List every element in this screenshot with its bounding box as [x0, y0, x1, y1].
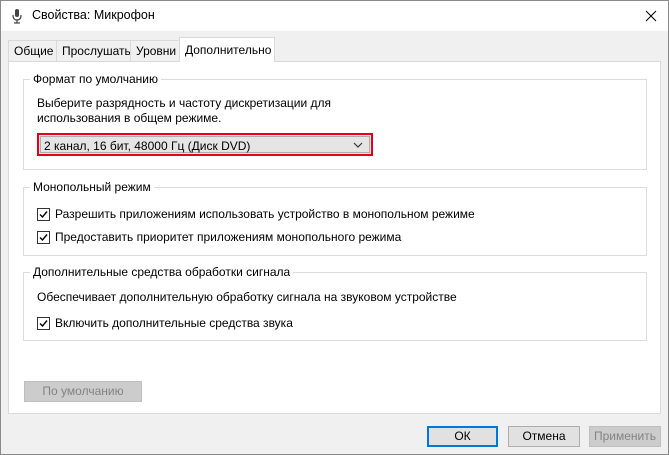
properties-window: Свойства: Микрофон Общие Прослушать Уров… [0, 0, 669, 455]
default-format-description-line1: Выберите разрядность и частоту дискретиз… [37, 96, 332, 110]
checkmark-icon [39, 233, 48, 241]
tab-general[interactable]: Общие [8, 40, 57, 61]
tab-listen[interactable]: Прослушать [56, 40, 131, 61]
default-format-select-box: 2 канал, 16 бит, 48000 Гц (Диск DVD) [40, 136, 370, 153]
tab-levels[interactable]: Уровни [130, 40, 180, 61]
signal-enhancements-description: Обеспечивает дополнительную обработку си… [37, 290, 457, 304]
tab-advanced[interactable]: Дополнительно [179, 37, 275, 62]
ok-button[interactable]: ОК [427, 426, 498, 447]
default-format-legend: Формат по умолчанию [30, 72, 161, 86]
enable-enhancements-row[interactable]: Включить дополнительные средства звука [37, 316, 293, 330]
default-format-group: Формат по умолчанию Выберите разрядность… [23, 72, 647, 170]
exclusive-mode-legend: Монопольный режим [30, 180, 154, 194]
exclusive-mode-allow-label: Разрешить приложениям использовать устро… [55, 207, 475, 221]
cancel-button[interactable]: Отмена [508, 426, 580, 447]
default-format-select[interactable]: 2 канал, 16 бит, 48000 Гц (Диск DVD) [37, 133, 373, 156]
window-title: Свойства: Микрофон [32, 8, 155, 22]
exclusive-mode-allow-checkbox[interactable] [37, 207, 50, 221]
checkmark-icon [39, 319, 48, 327]
title-bar[interactable]: Свойства: Микрофон [1, 1, 668, 31]
exclusive-mode-priority-row[interactable]: Предоставить приоритет приложениям моноп… [37, 230, 401, 244]
default-format-description-line2: использования в общем режиме. [37, 111, 222, 125]
apply-button[interactable]: Применить [589, 426, 661, 447]
restore-defaults-button[interactable]: По умолчанию [24, 381, 142, 402]
exclusive-mode-allow-row[interactable]: Разрешить приложениям использовать устро… [37, 207, 475, 221]
signal-enhancements-group: Дополнительные средства обработки сигнал… [23, 265, 647, 341]
exclusive-mode-priority-label: Предоставить приоритет приложениям моноп… [55, 230, 402, 244]
ok-button-label: ОК [428, 427, 497, 446]
checkmark-icon [39, 210, 48, 218]
close-button[interactable] [638, 4, 664, 28]
microphone-icon [9, 8, 25, 24]
tab-content-advanced: Формат по умолчанию Выберите разрядность… [8, 61, 661, 414]
enable-enhancements-label: Включить дополнительные средства звука [55, 316, 293, 330]
default-format-selected-value: 2 канал, 16 бит, 48000 Гц (Диск DVD) [44, 139, 251, 153]
enable-enhancements-checkbox[interactable] [37, 316, 50, 330]
chevron-down-icon [353, 142, 363, 148]
exclusive-mode-group: Монопольный режим Разрешить приложениям … [23, 180, 647, 256]
exclusive-mode-priority-checkbox[interactable] [37, 230, 50, 244]
close-icon [645, 10, 657, 22]
signal-enhancements-legend: Дополнительные средства обработки сигнал… [30, 265, 294, 279]
